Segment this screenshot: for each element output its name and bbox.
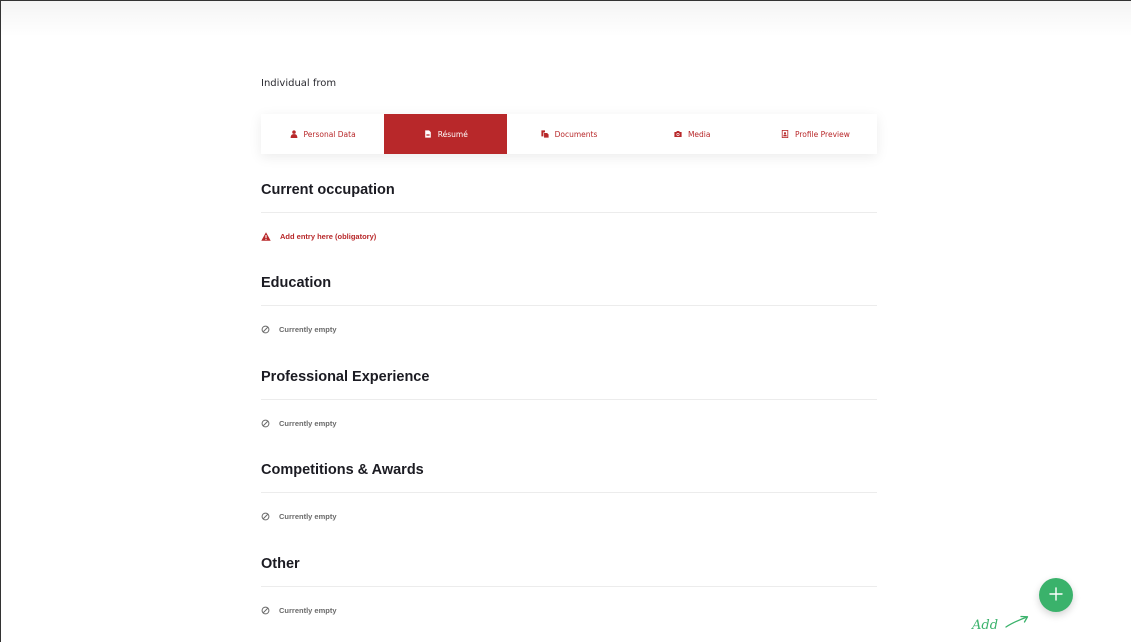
section-divider bbox=[261, 212, 877, 213]
camera-icon bbox=[674, 130, 682, 138]
documents-icon bbox=[541, 130, 549, 138]
section-title: Professional Experience bbox=[261, 369, 430, 385]
section-current-occupation: Current occupation Add entry here (oblig… bbox=[261, 180, 877, 241]
section-title: Education bbox=[261, 275, 332, 291]
tab-label: Documents bbox=[554, 129, 598, 139]
warning-triangle-icon bbox=[261, 231, 271, 241]
arrow-icon bbox=[1004, 614, 1030, 634]
add-button[interactable] bbox=[1039, 578, 1073, 612]
add-hint-label: Add bbox=[972, 618, 999, 633]
tab-resume[interactable]: Résumé bbox=[384, 114, 508, 154]
section-title: Other bbox=[261, 556, 300, 572]
tab-bar: Personal Data Résumé Documents Media Pro… bbox=[261, 114, 877, 154]
tab-documents[interactable]: Documents bbox=[507, 114, 630, 154]
section-professional-experience: Professional Experience Currently empty bbox=[261, 367, 877, 428]
section-divider bbox=[261, 492, 877, 493]
profile-card-icon bbox=[781, 130, 789, 138]
tab-label: Media bbox=[687, 129, 711, 139]
empty-circle-icon bbox=[261, 606, 270, 615]
empty-circle-icon bbox=[261, 419, 270, 428]
tab-media[interactable]: Media bbox=[631, 114, 754, 154]
entry-message: Currently empty bbox=[279, 511, 337, 521]
add-entry-link[interactable]: Add entry here (obligatory) bbox=[261, 231, 877, 241]
person-icon bbox=[290, 130, 298, 138]
section-title: Competitions & Awards bbox=[261, 462, 424, 478]
page-title: Individual from bbox=[261, 78, 337, 89]
header-shadow bbox=[1, 1, 1131, 37]
empty-state: Currently empty bbox=[261, 324, 877, 334]
section-competitions-awards: Competitions & Awards Currently empty bbox=[261, 460, 877, 521]
section-divider bbox=[261, 399, 877, 400]
entry-message: Currently empty bbox=[279, 605, 337, 615]
file-icon bbox=[424, 130, 432, 138]
add-hint: Add bbox=[972, 614, 1030, 634]
empty-state: Currently empty bbox=[261, 511, 877, 521]
section-other: Other Currently empty bbox=[261, 554, 877, 615]
section-divider bbox=[261, 586, 877, 587]
empty-state: Currently empty bbox=[261, 418, 877, 428]
section-education: Education Currently empty bbox=[261, 273, 877, 334]
tab-profile-preview[interactable]: Profile Preview bbox=[754, 114, 877, 154]
empty-state: Currently empty bbox=[261, 605, 877, 615]
tab-personal-data[interactable]: Personal Data bbox=[261, 114, 384, 154]
entry-message: Currently empty bbox=[279, 418, 337, 428]
section-divider bbox=[261, 305, 877, 306]
empty-circle-icon bbox=[261, 512, 270, 521]
section-title: Current occupation bbox=[261, 182, 395, 198]
tab-label: Personal Data bbox=[303, 129, 356, 139]
tab-label: Résumé bbox=[437, 129, 468, 139]
entry-message: Add entry here (obligatory) bbox=[280, 231, 377, 241]
tab-label: Profile Preview bbox=[794, 129, 850, 139]
empty-circle-icon bbox=[261, 325, 270, 334]
entry-message: Currently empty bbox=[279, 324, 337, 334]
plus-icon bbox=[1049, 586, 1063, 605]
